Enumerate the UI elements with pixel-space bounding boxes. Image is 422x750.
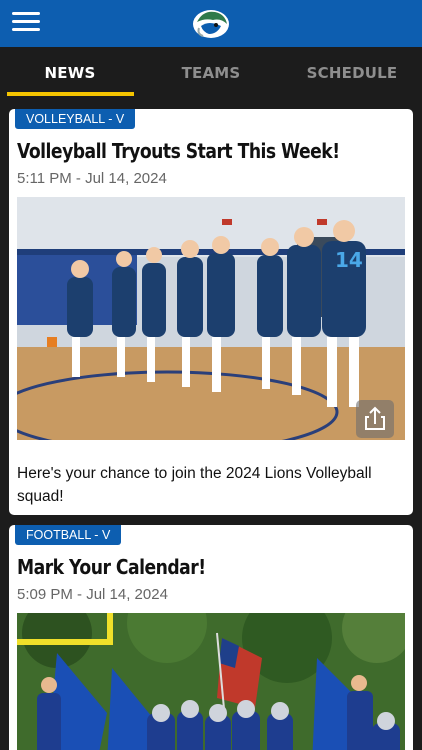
category-badge: FOOTBALL - V: [15, 525, 122, 545]
news-feed[interactable]: VOLLEYBALL - V Volleyball Tryouts Start …: [0, 97, 422, 750]
news-card[interactable]: FOOTBALL - V Mark Your Calendar! 5:09 PM…: [9, 525, 413, 750]
svg-text:14: 14: [335, 248, 363, 272]
article-description: Here's your chance to join the 2024 Lion…: [17, 465, 372, 505]
active-tab-indicator: [7, 92, 134, 96]
volleyball-photo[interactable]: 14: [17, 197, 405, 440]
football-photo[interactable]: [17, 613, 405, 750]
article-date: 5:09 PM - Jul 14, 2024: [17, 586, 168, 603]
app-header: [0, 0, 422, 47]
hamburger-menu-icon[interactable]: [12, 12, 40, 34]
tab-schedule[interactable]: SCHEDULE: [282, 47, 422, 97]
tab-bar: NEWS TEAMS SCHEDULE: [0, 47, 422, 97]
share-button[interactable]: [356, 400, 394, 438]
category-badge: VOLLEYBALL - V: [15, 109, 136, 129]
share-icon: [365, 406, 385, 430]
tab-teams[interactable]: TEAMS: [141, 47, 281, 97]
tab-news[interactable]: NEWS: [0, 47, 140, 97]
article-title[interactable]: Mark Your Calendar!: [17, 555, 206, 579]
article-date: 5:11 PM - Jul 14, 2024: [17, 170, 167, 187]
article-title[interactable]: Volleyball Tryouts Start This Week!: [17, 139, 340, 163]
news-card[interactable]: VOLLEYBALL - V Volleyball Tryouts Start …: [9, 109, 413, 515]
lions-logo: [193, 10, 229, 38]
